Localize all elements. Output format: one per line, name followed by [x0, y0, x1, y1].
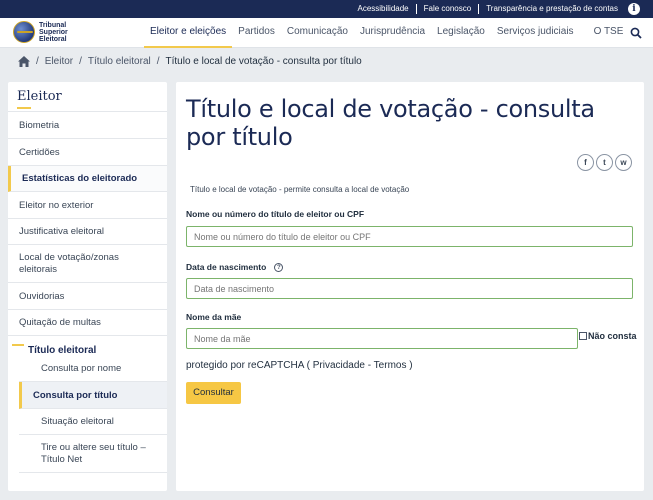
sidebar-subitem-consulta-nome[interactable]: Consulta por nome: [19, 356, 167, 382]
sidebar-title: Eleitor: [8, 82, 167, 112]
sidebar-subitem-titulo-net[interactable]: Tire ou altere seu título – Título Net: [19, 435, 167, 473]
main-content: Título e local de votação - consulta por…: [176, 82, 644, 491]
birthdate-label: Data de nascimento: [186, 262, 267, 272]
search-icon[interactable]: [630, 27, 642, 39]
contact-link[interactable]: Fale conosco: [417, 4, 480, 14]
page-description: Título e local de votação - permite cons…: [190, 185, 410, 194]
recaptcha-notice: protegido por reCAPTCHA ( Privacidade - …: [186, 360, 413, 371]
mother-name-input[interactable]: [186, 328, 578, 349]
not-listed-checkbox[interactable]: [579, 332, 587, 340]
breadcrumb-titulo-eleitoral[interactable]: Título eleitoral: [88, 56, 151, 67]
share-buttons: f t w: [577, 154, 632, 171]
sidebar-item-exterior[interactable]: Eleitor no exterior: [8, 192, 167, 219]
info-icon[interactable]: i: [628, 3, 640, 15]
mother-name-label: Nome da mãe: [186, 312, 242, 322]
sidebar-group-titulo-eleitoral[interactable]: Título eleitoral: [8, 336, 167, 356]
whatsapp-icon[interactable]: w: [615, 154, 632, 171]
utility-links: Acessibilidade Fale conosco Transparênci…: [350, 0, 625, 18]
sidebar-item-biometria[interactable]: Biometria: [8, 112, 167, 139]
breadcrumb-eleitor[interactable]: Eleitor: [45, 56, 73, 67]
not-listed-checkbox-row: Não consta: [579, 331, 637, 341]
accessibility-link[interactable]: Acessibilidade: [350, 4, 417, 14]
birthdate-label-row: Data de nascimento?: [186, 262, 284, 272]
home-icon[interactable]: [18, 55, 30, 67]
field1-label: Nome ou número do título de eleitor ou C…: [186, 209, 365, 219]
breadcrumb-current: Título e local de votação - consulta por…: [165, 55, 362, 67]
sidebar-item-justificativa[interactable]: Justificativa eleitoral: [8, 219, 167, 245]
breadcrumb: / Eleitor / Título eleitoral / Título e …: [18, 55, 362, 67]
site-header: Tribunal Superior Eleitoral Eleitor e el…: [0, 18, 653, 48]
sidebar-item-local-votacao[interactable]: Local de votação/zonas eleitorais: [8, 245, 167, 283]
nav-jurisprudencia[interactable]: Jurisprudência: [354, 18, 431, 48]
sidebar: Eleitor Biometria Certidões Estatísticas…: [8, 82, 167, 491]
nav-eleitor-eleicoes[interactable]: Eleitor e eleições: [144, 18, 233, 48]
nav-servicos-judiciais[interactable]: Serviços judiciais: [491, 18, 580, 48]
nav-legislacao[interactable]: Legislação: [431, 18, 491, 48]
tse-logo[interactable]: Tribunal Superior Eleitoral: [13, 21, 68, 43]
breadcrumb-separator: /: [36, 55, 39, 67]
main-nav: Eleitor e eleições Partidos Comunicação …: [144, 18, 642, 48]
nav-partidos[interactable]: Partidos: [232, 18, 281, 48]
transparency-link[interactable]: Transparência e prestação de contas: [479, 4, 625, 14]
sidebar-item-quitacao[interactable]: Quitação de multas: [8, 310, 167, 336]
sidebar-item-ouvidorias[interactable]: Ouvidorias: [8, 283, 167, 310]
breadcrumb-separator: /: [156, 55, 160, 67]
sidebar-item-certidoes[interactable]: Certidões: [8, 139, 167, 166]
globe-logo-icon: [13, 21, 35, 43]
twitter-icon[interactable]: t: [596, 154, 613, 171]
sidebar-subitem-situacao[interactable]: Situação eleitoral: [19, 409, 167, 435]
logo-text: Tribunal Superior Eleitoral: [39, 21, 68, 43]
not-listed-label: Não consta: [588, 331, 637, 341]
breadcrumb-separator: /: [79, 55, 82, 67]
page-title: Título e local de votação - consulta por…: [186, 95, 595, 151]
help-icon[interactable]: ?: [274, 263, 284, 272]
sidebar-item-estatisticas[interactable]: Estatísticas do eleitorado: [8, 166, 167, 192]
utility-bar: Acessibilidade Fale conosco Transparênci…: [0, 0, 653, 18]
nav-o-tse[interactable]: O TSE: [580, 18, 630, 48]
nav-comunicacao[interactable]: Comunicação: [281, 18, 354, 48]
sidebar-subitem-consulta-titulo[interactable]: Consulta por título: [19, 382, 167, 409]
birthdate-input[interactable]: [186, 278, 633, 299]
facebook-icon[interactable]: f: [577, 154, 594, 171]
consultar-button[interactable]: Consultar: [186, 382, 241, 404]
title-or-cpf-input[interactable]: [186, 226, 633, 247]
